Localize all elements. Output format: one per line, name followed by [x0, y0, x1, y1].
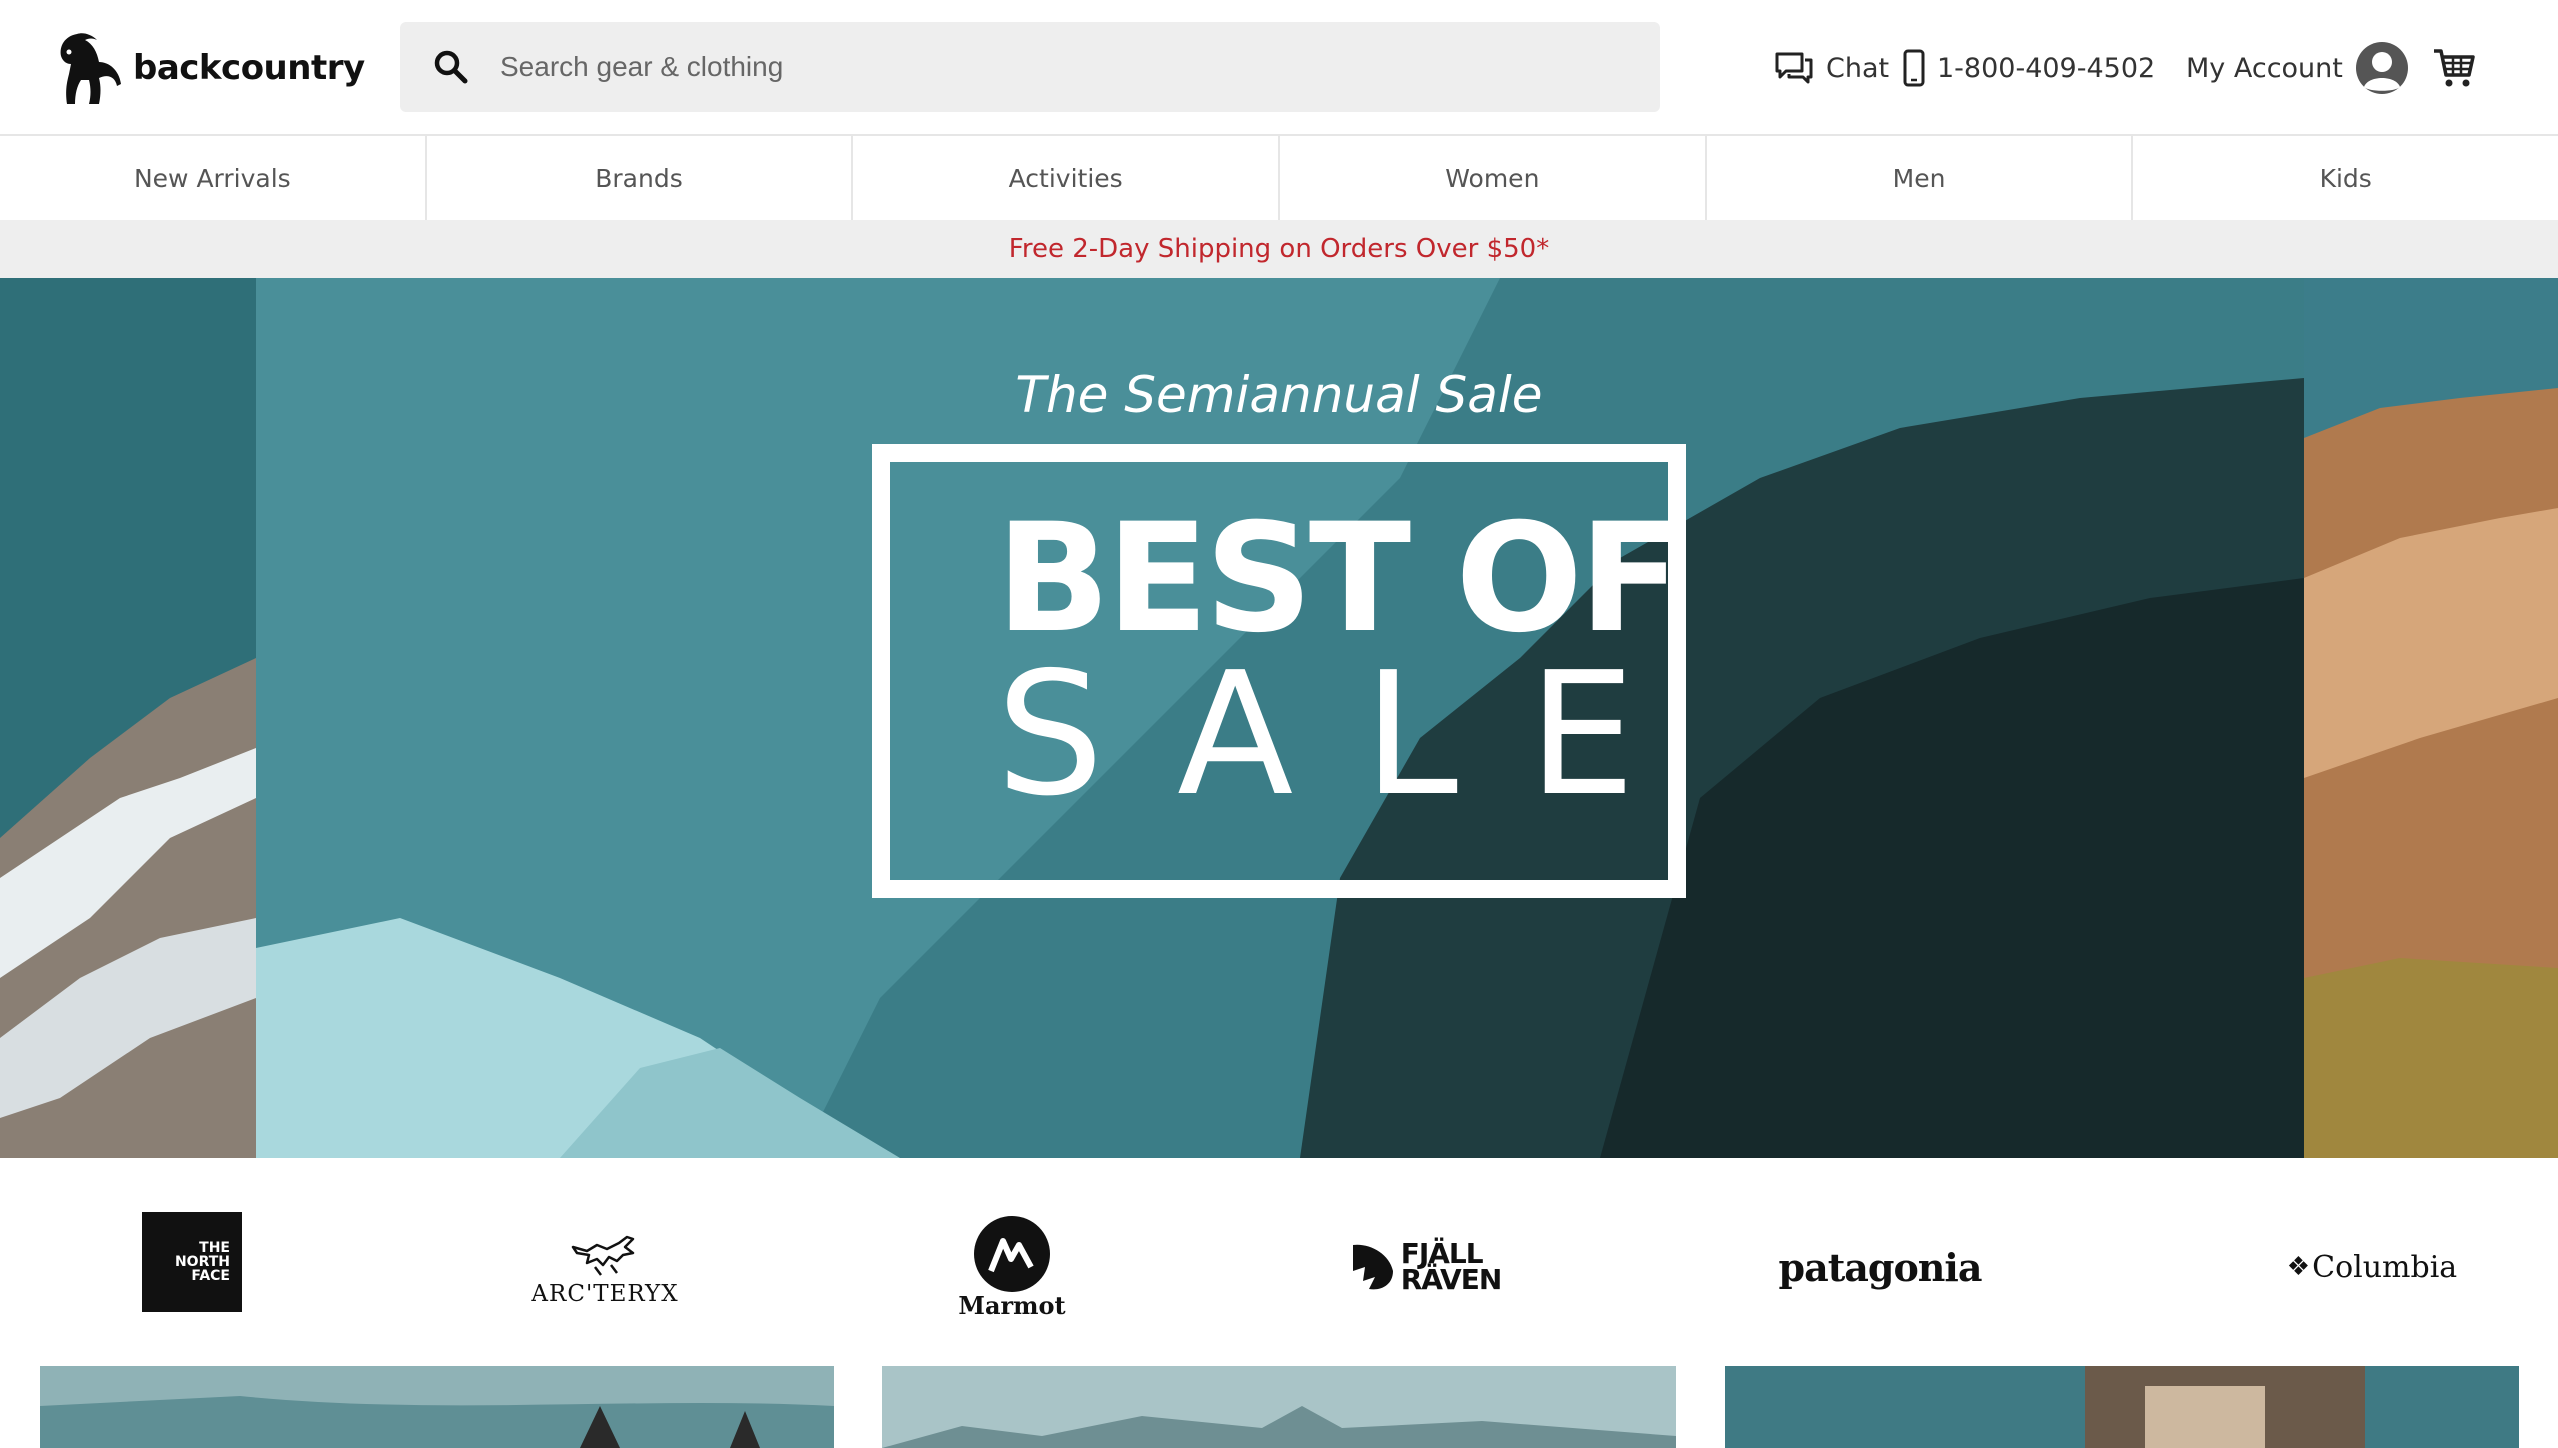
- chat-link[interactable]: Chat: [1774, 40, 1889, 96]
- hero-subtitle: The Semiannual Sale: [1015, 366, 1543, 424]
- hero-banner[interactable]: The Semiannual Sale BEST OF SALE: [0, 278, 2558, 1158]
- nav-item-activities[interactable]: Activities: [853, 136, 1281, 220]
- search-bar[interactable]: [400, 22, 1660, 112]
- phone-icon: [1903, 49, 1925, 87]
- search-icon[interactable]: [434, 50, 468, 84]
- nav-item-women[interactable]: Women: [1280, 136, 1707, 220]
- promo-card-3-image: [1725, 1366, 2519, 1448]
- promo-card-1-image: [40, 1366, 834, 1448]
- arcteryx-bird-icon: [571, 1235, 635, 1276]
- account-avatar-icon: [2355, 42, 2408, 94]
- promo-card-3[interactable]: [1725, 1366, 2519, 1448]
- promo-card-2[interactable]: [882, 1366, 1676, 1448]
- cart-link[interactable]: [2432, 40, 2476, 96]
- brand-the-north-face-logo[interactable]: THE NORTH FACE: [142, 1212, 242, 1312]
- account-label: My Account: [2186, 52, 2343, 84]
- brand-patagonia-logo[interactable]: patagonia: [1770, 1212, 1990, 1322]
- fjallraven-fox-icon: [1352, 1244, 1393, 1290]
- promo-card-2-image: [882, 1366, 1676, 1448]
- fjallraven-wordmark: FJÄLL RÄVEN: [1400, 1237, 1503, 1296]
- nav-item-men[interactable]: Men: [1707, 136, 2134, 220]
- promo-card-1[interactable]: [40, 1366, 834, 1448]
- cart-icon: [2434, 49, 2475, 87]
- main-nav: New Arrivals Brands Activities Women Men…: [0, 136, 2558, 220]
- hero-title-line2: SALE: [996, 636, 1706, 834]
- phone-link[interactable]: 1-800-409-4502: [1903, 40, 2155, 96]
- chat-label: Chat: [1826, 52, 1890, 84]
- my-account-link[interactable]: My Account: [2186, 40, 2409, 96]
- brand-logo-strip: THE NORTH FACE ARC'TERYX Marmot FJÄLL RÄ…: [0, 1160, 2558, 1362]
- logo-text: backcountry: [133, 48, 365, 88]
- marmot-mountain-icon: [974, 1215, 1050, 1292]
- brand-marmot-logo[interactable]: Marmot: [942, 1212, 1082, 1322]
- brand-columbia-logo[interactable]: ❖ Columbia: [2262, 1212, 2482, 1322]
- columbia-diamond-icon: ❖: [2286, 1252, 2311, 1282]
- chat-icon: [1775, 52, 1813, 84]
- site-header: backcountry Chat 1-800-409-4502 My Accou…: [0, 0, 2558, 136]
- shipping-promo-banner[interactable]: Free 2-Day Shipping on Orders Over $50*: [0, 220, 2558, 278]
- phone-number: 1-800-409-4502: [1937, 52, 2156, 84]
- hero-title-line1: BEST OF: [996, 492, 1681, 666]
- logo-link[interactable]: backcountry: [55, 28, 365, 108]
- nav-item-new-arrivals[interactable]: New Arrivals: [0, 136, 427, 220]
- brand-arcteryx-logo[interactable]: ARC'TERYX: [520, 1212, 690, 1322]
- nav-item-brands[interactable]: Brands: [427, 136, 854, 220]
- goat-logo-icon: [60, 33, 121, 104]
- nav-item-kids[interactable]: Kids: [2133, 136, 2558, 220]
- brand-fjallraven-logo[interactable]: FJÄLL RÄVEN: [1340, 1212, 1510, 1322]
- search-input[interactable]: [498, 50, 1602, 84]
